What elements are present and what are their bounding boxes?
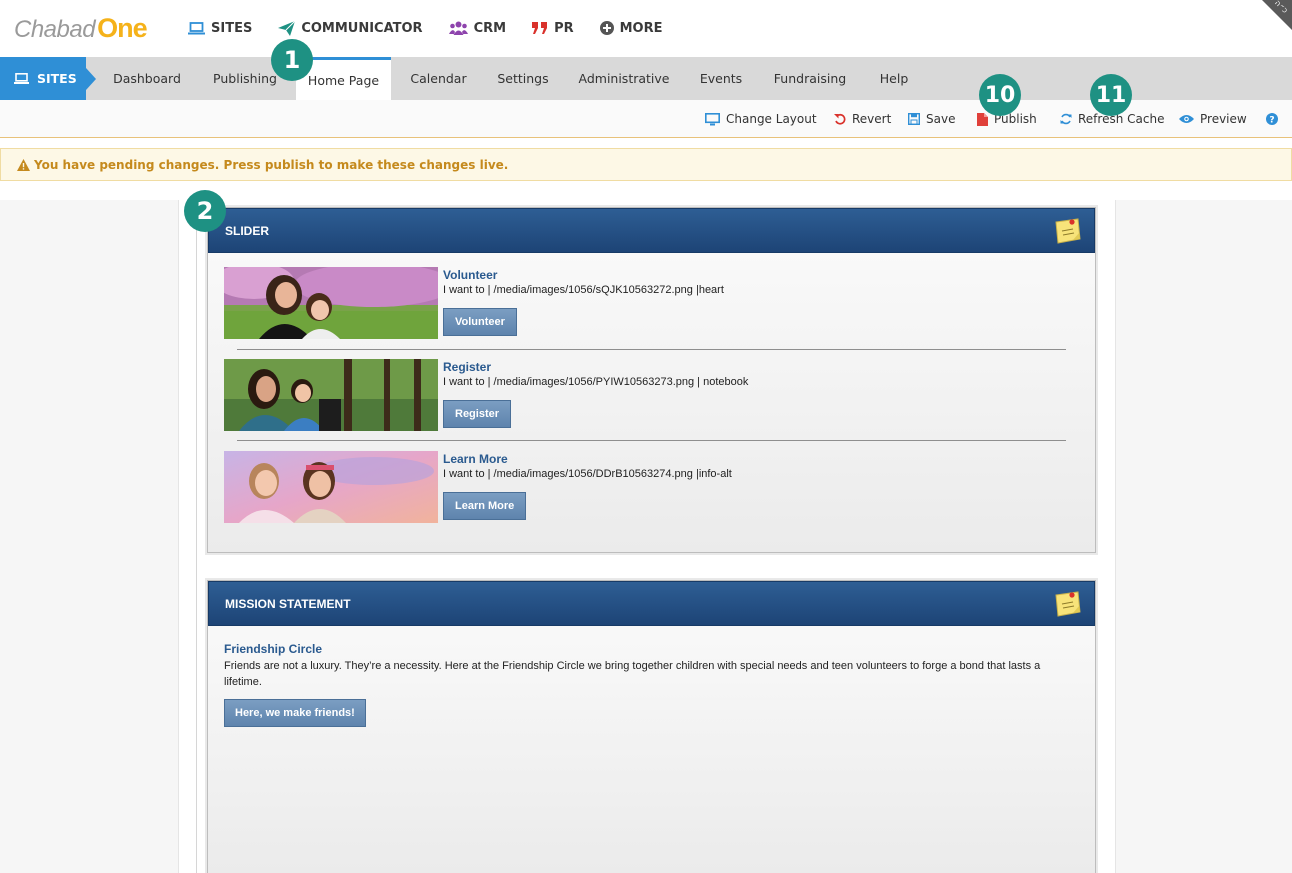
top-bar: Chabad One SITES COMMUNICATOR CRM PR MOR…	[0, 0, 1292, 57]
slide-button-register[interactable]: Register	[443, 400, 512, 428]
callout-badge-2: 2	[184, 190, 226, 232]
monitor-icon	[705, 112, 720, 125]
slider-panel-header[interactable]: SLIDER	[208, 208, 1095, 253]
mission-panel-title: MISSION STATEMENT	[225, 597, 351, 611]
tab-settings[interactable]: Settings	[486, 57, 560, 100]
sites-section-label: SITES	[37, 71, 77, 86]
users-icon	[448, 21, 468, 35]
eye-icon	[1179, 115, 1194, 123]
slide-text-register: I want to | /media/images/1056/PYIW10563…	[443, 376, 749, 388]
laptop-icon	[188, 21, 205, 34]
tab-calendar[interactable]: Calendar	[395, 57, 482, 100]
paper-plane-icon	[278, 20, 296, 36]
top-nav-crm[interactable]: CRM	[448, 18, 507, 38]
help-button[interactable]: ?	[1266, 111, 1278, 127]
callout-badge-10: 10	[979, 74, 1021, 116]
top-nav-pr-label: PR	[554, 20, 574, 36]
refresh-icon	[1060, 113, 1072, 125]
slide-button-volunteer[interactable]: Volunteer	[443, 308, 517, 336]
tab-help[interactable]: Help	[868, 57, 920, 100]
slider-panel-title: SLIDER	[225, 224, 270, 238]
top-nav-more[interactable]: MORE	[599, 18, 663, 38]
change-layout-label: Change Layout	[726, 112, 817, 126]
top-nav-sites-label: SITES	[211, 20, 253, 36]
chabad-one-logo[interactable]: Chabad One	[14, 13, 148, 43]
top-nav-communicator[interactable]: COMMUNICATOR	[278, 18, 423, 38]
logo-text-chabad: Chabad	[14, 16, 96, 43]
revert-label: Revert	[852, 112, 892, 126]
editor-canvas-guide	[196, 200, 197, 873]
mission-statement-panel[interactable]: MISSION STATEMENT Friendship Circle Frie…	[207, 580, 1096, 873]
top-nav-communicator-label: COMMUNICATOR	[301, 20, 423, 36]
plus-circle-icon	[599, 21, 614, 35]
top-nav: SITES COMMUNICATOR CRM PR MORE	[188, 18, 663, 38]
slide-item-volunteer: Volunteer I want to | /media/images/1056…	[224, 267, 1074, 339]
callout-badge-11: 11	[1090, 74, 1132, 116]
mission-cta-button[interactable]: Here, we make friends!	[224, 699, 366, 727]
slide-item-register: Register I want to | /media/images/1056/…	[224, 359, 1074, 431]
undo-icon	[834, 113, 846, 125]
slide-text-learn-more: I want to | /media/images/1056/DDrB10563…	[443, 468, 732, 480]
laptop-icon	[14, 73, 29, 84]
sticky-note-icon[interactable]	[1054, 591, 1082, 617]
question-circle-icon: ?	[1266, 113, 1278, 125]
slide-button-learn-more[interactable]: Learn More	[443, 492, 527, 520]
slide-image-learn-more[interactable]	[224, 451, 438, 523]
change-layout-button[interactable]: Change Layout	[705, 111, 817, 127]
save-label: Save	[926, 112, 956, 126]
save-button[interactable]: Save	[908, 111, 955, 127]
slide-divider	[237, 349, 1066, 350]
floppy-disk-icon	[908, 113, 920, 125]
pending-changes-alert: You have pending changes. Press publish …	[0, 148, 1292, 181]
file-icon	[977, 112, 988, 126]
mission-heading: Friendship Circle	[224, 642, 323, 656]
svg-text:?: ?	[1269, 116, 1274, 126]
top-nav-crm-label: CRM	[473, 20, 507, 36]
sticky-note-icon[interactable]	[1054, 218, 1082, 244]
slide-item-learn-more: Learn More I want to | /media/images/105…	[224, 451, 1074, 523]
pending-changes-message: You have pending changes. Press publish …	[34, 157, 509, 172]
top-nav-pr[interactable]: PR	[532, 18, 574, 38]
logo-text-one: One	[97, 13, 148, 43]
tab-events[interactable]: Events	[690, 57, 752, 100]
slide-image-volunteer[interactable]	[224, 267, 438, 339]
slide-title-register: Register	[443, 360, 492, 374]
top-nav-sites[interactable]: SITES	[188, 18, 252, 38]
revert-button[interactable]: Revert	[834, 111, 891, 127]
tab-dashboard[interactable]: Dashboard	[100, 57, 194, 100]
slide-text-volunteer: I want to | /media/images/1056/sQJK10563…	[443, 284, 724, 296]
preview-label: Preview	[1200, 112, 1247, 126]
mission-text: Friends are not a luxury. They’re a nece…	[224, 660, 1041, 688]
quote-icon	[532, 21, 548, 34]
slide-image-register[interactable]	[224, 359, 438, 431]
slide-divider	[237, 440, 1066, 441]
refresh-cache-label: Refresh Cache	[1078, 112, 1165, 126]
preview-button[interactable]: Preview	[1179, 111, 1247, 127]
mission-panel-header[interactable]: MISSION STATEMENT	[208, 581, 1095, 626]
slider-panel[interactable]: SLIDER Volunteer I want to | /media/imag…	[207, 207, 1096, 553]
tab-administrative[interactable]: Administrative	[568, 57, 680, 100]
callout-badge-1: 1	[271, 39, 313, 81]
top-nav-more-label: MORE	[619, 20, 663, 36]
slide-title-learn-more: Learn More	[443, 452, 508, 466]
tab-fundraising[interactable]: Fundraising	[762, 57, 858, 100]
warning-icon	[17, 158, 30, 171]
slide-title-volunteer: Volunteer	[443, 268, 498, 282]
sites-section-pill[interactable]: SITES	[0, 57, 96, 100]
